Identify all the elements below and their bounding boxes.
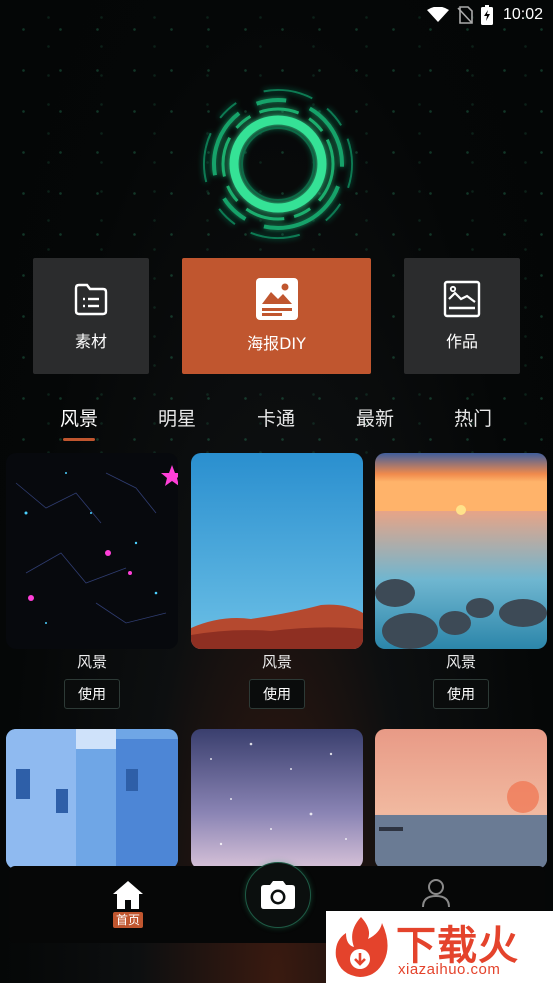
battery-charging-icon (480, 5, 493, 25)
tab-cartoon[interactable]: 卡通 (257, 404, 295, 431)
use-button[interactable]: 使用 (64, 679, 120, 709)
card-title: 风景 (445, 653, 476, 671)
use-button[interactable]: 使用 (249, 679, 305, 709)
wallpaper-card (191, 729, 363, 869)
status-bar: 10:02 (0, 0, 553, 32)
picture-frame-icon (443, 280, 481, 318)
active-tab-indicator (63, 438, 95, 441)
poster-image-icon (255, 278, 298, 320)
use-button[interactable]: 使用 (433, 679, 489, 709)
wallpaper-thumbnail[interactable] (191, 729, 363, 869)
camera-button[interactable] (245, 862, 311, 928)
folder-list-icon (74, 283, 108, 316)
status-time: 10:02 (502, 6, 543, 23)
tab-stars[interactable]: 明星 (158, 404, 196, 431)
feature-tiles: 素材 海报DIY 作品 (33, 258, 521, 374)
wifi-icon (426, 7, 449, 22)
user-icon (422, 879, 450, 908)
wallpaper-thumbnail[interactable] (6, 729, 178, 869)
category-tabs: 风景 明星 卡通 最新 热门 (0, 404, 553, 446)
wallpaper-card (375, 729, 547, 869)
works-tile[interactable]: 作品 (404, 258, 520, 374)
wallpaper-card: 风景 使用 (375, 453, 547, 709)
flame-logo-icon (335, 917, 388, 977)
watermark-badge: 下载火 xiazaihuo.com (326, 911, 553, 983)
poster-diy-tile[interactable]: 海报DIY (182, 258, 371, 374)
tab-latest[interactable]: 最新 (356, 404, 394, 431)
wallpaper-card: 风景 使用 (6, 453, 178, 709)
wallpaper-card: 风景 使用 (191, 453, 363, 709)
card-title: 风景 (76, 653, 107, 671)
works-label: 作品 (445, 332, 478, 351)
card-title: 风景 (261, 653, 292, 671)
wallpaper-thumbnail[interactable] (191, 453, 363, 649)
wallpaper-thumbnail[interactable] (375, 453, 547, 649)
tab-scenery[interactable]: 风景 (60, 404, 98, 431)
materials-label: 素材 (74, 332, 107, 351)
tab-hot[interactable]: 热门 (454, 404, 492, 431)
nav-home-label: 首页 (112, 912, 143, 928)
wallpaper-thumbnail[interactable] (375, 729, 547, 869)
glowing-ring-graphic (203, 89, 353, 239)
nav-home[interactable]: 首页 (105, 880, 151, 928)
materials-tile[interactable]: 素材 (33, 258, 149, 374)
wallpaper-thumbnail[interactable] (6, 453, 178, 649)
no-sim-icon (457, 6, 473, 24)
home-icon (113, 881, 143, 909)
camera-icon (261, 881, 295, 909)
wallpaper-card (6, 729, 178, 869)
watermark-url: xiazaihuo.com (398, 961, 501, 978)
poster-diy-label: 海报DIY (247, 334, 306, 353)
